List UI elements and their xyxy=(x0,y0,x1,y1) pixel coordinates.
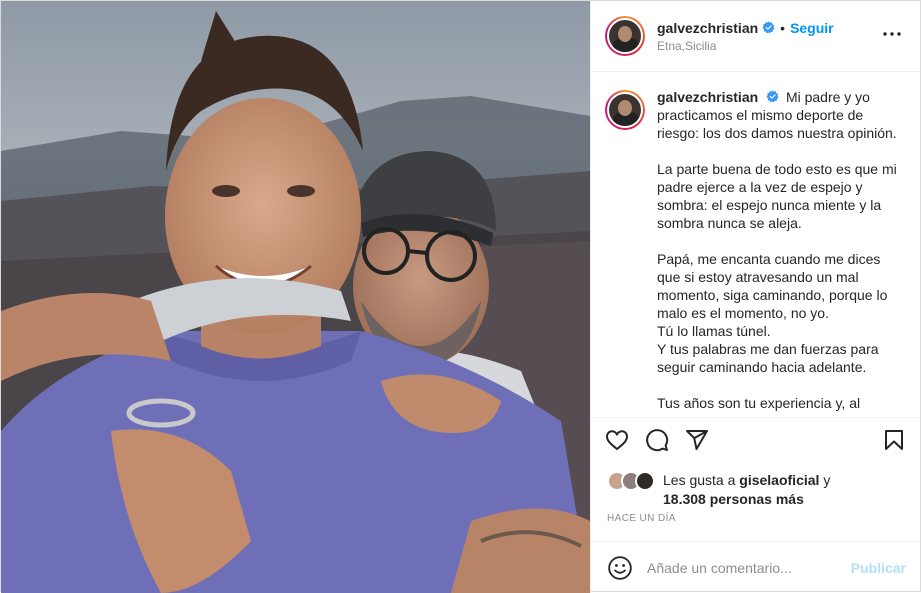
caption-paragraph: La parte buena de todo esto es que mi pa… xyxy=(657,161,897,231)
caption-username[interactable]: galvezchristian xyxy=(657,89,758,105)
caption-paragraph: Y tus palabras me dan fuerzas para segui… xyxy=(657,341,879,375)
likes-count[interactable]: 18.308 personas más xyxy=(663,491,804,507)
comment-form: Publicar xyxy=(591,541,920,593)
verified-badge-icon xyxy=(762,21,775,34)
likes-text: Les gusta a giselaoficial y 18.308 perso… xyxy=(663,471,830,509)
likes-section: Les gusta a giselaoficial y 18.308 perso… xyxy=(591,463,920,511)
emoji-icon[interactable] xyxy=(607,555,633,581)
author-username[interactable]: galvezchristian xyxy=(657,20,758,36)
caption-paragraph: Tus años son tu experiencia y, al xyxy=(657,395,861,411)
likes-connector: y xyxy=(823,472,831,488)
caption-section: galvezchristian Mi padre y yo practicamo… xyxy=(591,72,920,417)
post-photo[interactable] xyxy=(1,1,590,593)
publish-button[interactable]: Publicar xyxy=(851,560,906,576)
liker-avatars[interactable] xyxy=(607,471,655,491)
action-bar xyxy=(591,417,920,463)
post-timestamp[interactable]: HACE UN DÍA xyxy=(591,511,920,541)
selfie-image xyxy=(1,1,590,593)
liker-username[interactable]: giselaoficial xyxy=(739,472,819,488)
liker-avatar xyxy=(635,471,655,491)
caption-paragraph: Papá, me encanta cuando me dices que si … xyxy=(657,251,888,321)
instagram-post: galvezchristian • Seguir Etna,Sicilia ga… xyxy=(0,0,921,593)
caption-text: galvezchristian Mi padre y yo practicamo… xyxy=(657,88,904,417)
more-options-icon[interactable] xyxy=(880,22,904,51)
comment-icon[interactable] xyxy=(645,428,671,454)
share-icon[interactable] xyxy=(685,428,711,454)
likes-prefix: Les gusta a xyxy=(663,472,736,488)
post-header: galvezchristian • Seguir Etna,Sicilia xyxy=(591,1,920,72)
location-link[interactable]: Etna,Sicilia xyxy=(657,39,880,53)
verified-badge-icon xyxy=(766,90,779,103)
comment-input[interactable] xyxy=(647,559,851,576)
header-text: galvezchristian • Seguir Etna,Sicilia xyxy=(657,20,880,53)
caption-avatar[interactable] xyxy=(605,90,645,130)
caption-paragraph: Tú lo llamas túnel. xyxy=(657,323,771,339)
bookmark-icon[interactable] xyxy=(882,428,908,454)
avatar[interactable] xyxy=(605,16,645,56)
follow-button[interactable]: Seguir xyxy=(790,20,834,36)
separator-dot: • xyxy=(780,19,786,36)
heart-icon[interactable] xyxy=(605,428,631,454)
post-side-panel: galvezchristian • Seguir Etna,Sicilia ga… xyxy=(590,1,920,593)
